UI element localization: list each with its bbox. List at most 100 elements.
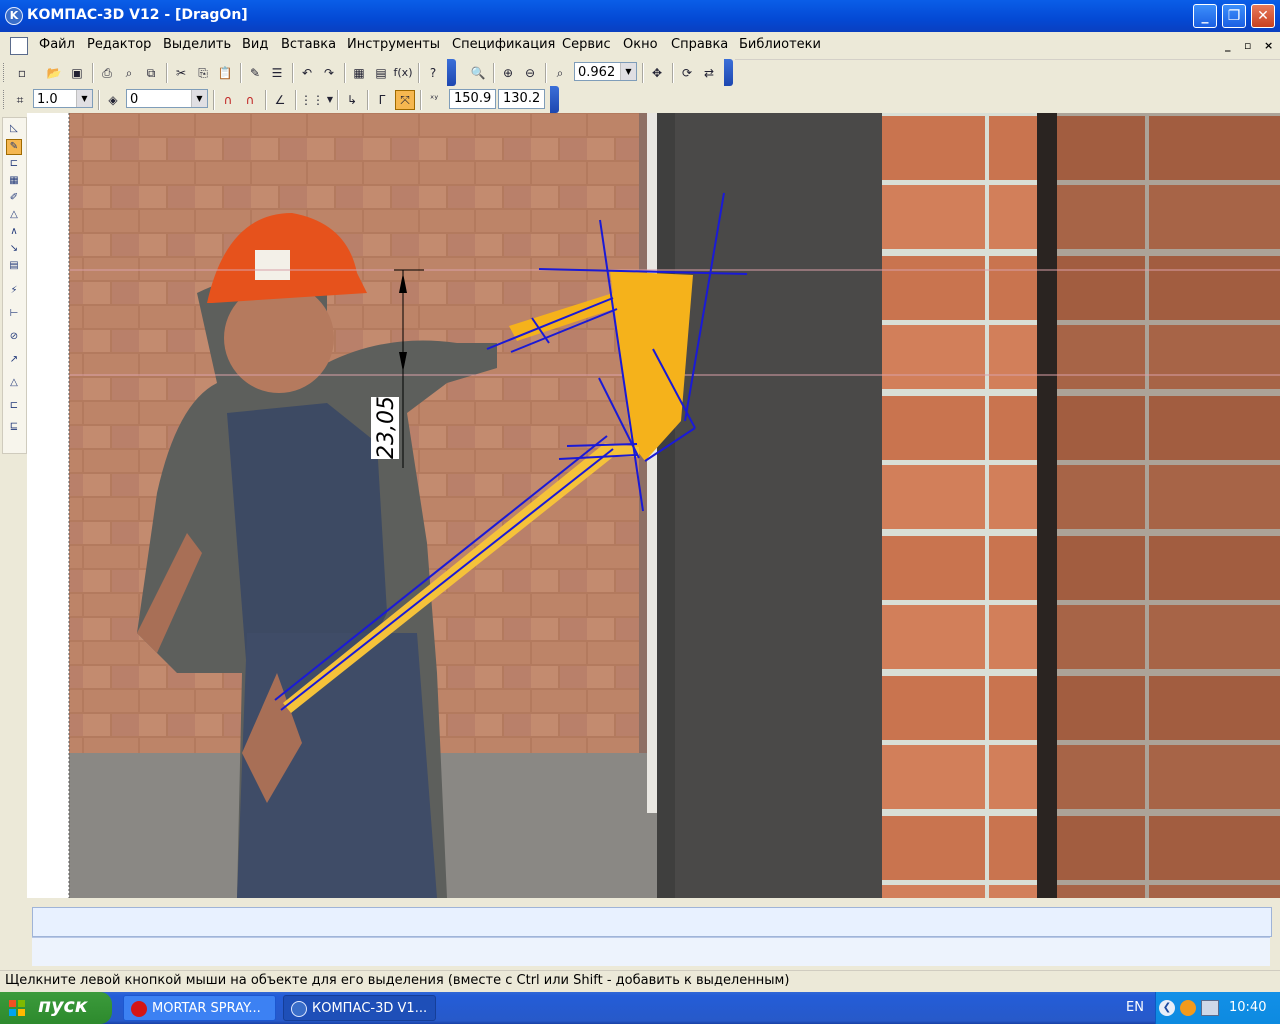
export-icon[interactable]: ⧉ [141, 63, 161, 83]
save-icon[interactable]: ▣ [67, 63, 87, 83]
tray-expand-icon[interactable]: ❮ [1159, 1000, 1175, 1016]
menu-specification[interactable]: Спецификация [452, 37, 555, 52]
status-bar: Щелкните левой кнопкой мыши на объекте д… [0, 970, 1280, 993]
properties-brush-icon[interactable]: ✎ [245, 63, 265, 83]
round-mode-icon[interactable]: ⤧ [395, 90, 415, 110]
menu-tools[interactable]: Инструменты [347, 37, 440, 52]
sub-tool-7-icon[interactable]: ⊑ [6, 419, 22, 435]
chevron-down-icon[interactable]: ▼ [620, 63, 636, 80]
manager-icon[interactable]: ▦ [349, 63, 369, 83]
zoom-combobox[interactable]: 0.962 ▼ [574, 62, 637, 81]
chevron-down-icon[interactable]: ▼ [191, 90, 207, 107]
snap-magnet-icon[interactable]: ∩ [218, 90, 238, 110]
zoom-in-icon[interactable]: ⊕ [498, 63, 518, 83]
refresh-view-icon[interactable]: ⟳ [677, 63, 697, 83]
edit-tool-icon[interactable]: ✎ [6, 139, 22, 155]
cursor-coordinates-icon[interactable]: ˣʸ [424, 90, 444, 110]
sub-tool-1-icon[interactable]: ⚡ [6, 283, 22, 299]
variables-fx-icon[interactable]: f(x) [393, 63, 413, 83]
menu-select[interactable]: Выделить [163, 37, 231, 52]
cursor-x-field[interactable]: 150.9 [449, 89, 496, 109]
menu-file[interactable]: Файл [39, 37, 75, 52]
spec-icon[interactable]: ▤ [6, 258, 22, 274]
menu-window[interactable]: Окно [623, 37, 658, 52]
help-pointer-icon[interactable]: ? [423, 63, 443, 83]
orthogonal-mode-icon[interactable]: Γ [372, 90, 392, 110]
ortho-icon[interactable]: ∠ [270, 90, 290, 110]
menu-editor[interactable]: Редактор [87, 37, 151, 52]
paste-icon[interactable]: 📋 [215, 63, 235, 83]
current-state-toolbar: ⌗ 1.0 ▼ ◈ 0 ▼ ∩ ∩ ∠ ⋮⋮ ▼ ↳ Γ ⤧ ˣʸ 150.9 … [0, 86, 562, 113]
standard-toolbar: ▫ 📂 ▣ ⎙ ⌕ ⧉ ✂ ⎘ 📋 ✎ ☰ ↶ ↷ ▦ ▤ f(x) ? 🔍 ⊕… [0, 59, 735, 86]
sheet-margin [27, 113, 69, 898]
sub-tool-5-icon[interactable]: △ [6, 375, 22, 391]
kompas-app-icon[interactable]: K [5, 7, 23, 25]
list-icon[interactable]: ☰ [267, 63, 287, 83]
zoom-scale-icon[interactable]: ⌕ [550, 63, 570, 83]
zoom-window-icon[interactable]: 🔍 [468, 63, 488, 83]
menu-service[interactable]: Сервис [562, 37, 611, 52]
dimension-text: 23,05 [374, 396, 399, 459]
copy-icon[interactable]: ⎘ [193, 63, 213, 83]
undo-icon[interactable]: ↶ [297, 63, 317, 83]
dimensions-icon[interactable]: ⊏ [6, 156, 22, 172]
cursor-y-field[interactable]: 130.2 [498, 89, 545, 109]
windows-flag-icon [9, 1000, 25, 1016]
cursor-step-icon[interactable]: ⌗ [10, 90, 30, 110]
mdi-close-button[interactable]: × [1264, 39, 1273, 52]
designations-icon[interactable]: ✐ [6, 190, 22, 206]
compact-panel: ◺ ✎ ⊏ ▦ ✐ △ ∧ ↘ ▤ ⚡ ⊢ ⊘ ↗ △ ⊏ ⊑ [0, 113, 27, 898]
layers-icon[interactable]: ◈ [103, 90, 123, 110]
start-button[interactable]: пуск [0, 992, 112, 1024]
menu-help[interactable]: Справка [671, 37, 728, 52]
network-icon[interactable] [1201, 1000, 1219, 1016]
redraw-icon[interactable]: ⇄ [699, 63, 719, 83]
select-tool-icon[interactable]: ↘ [6, 241, 22, 257]
measure-icon[interactable]: ∧ [6, 224, 22, 240]
sub-tool-3-icon[interactable]: ⊘ [6, 329, 22, 345]
drawing-canvas[interactable]: 23,05 [27, 113, 1280, 898]
geometry-icon[interactable]: ◺ [6, 121, 22, 137]
open-folder-icon[interactable]: 📂 [44, 63, 64, 83]
step-combobox[interactable]: 1.0 ▼ [33, 89, 93, 108]
property-panel-field[interactable] [32, 907, 1272, 937]
maximize-button[interactable]: ❐ [1222, 4, 1246, 28]
close-button[interactable]: ✕ [1251, 4, 1275, 28]
taskbar-item-label: КОМПАС-3D V1... [312, 1001, 428, 1016]
mdi-restore-button[interactable]: ▫ [1244, 39, 1251, 52]
layer-value: 0 [130, 92, 139, 107]
mdi-minimize-button[interactable]: _ [1225, 39, 1231, 52]
minimize-button[interactable]: _ [1193, 4, 1217, 28]
print-preview-icon[interactable]: ⌕ [119, 63, 139, 83]
sub-tool-4-icon[interactable]: ↗ [6, 352, 22, 368]
sub-tool-2-icon[interactable]: ⊢ [6, 306, 22, 322]
new-document-icon[interactable]: ▫ [12, 63, 32, 83]
tray-app-icon[interactable] [1180, 1000, 1196, 1016]
cut-icon[interactable]: ✂ [171, 63, 191, 83]
background-photo [69, 113, 1280, 898]
document-icon[interactable] [10, 37, 28, 55]
library-manager-icon[interactable]: ▤ [371, 63, 391, 83]
sub-tool-6-icon[interactable]: ⊏ [6, 398, 22, 414]
taskbar-item-kompas[interactable]: КОМПАС-3D V1... [283, 995, 436, 1021]
language-indicator[interactable]: EN [1126, 1000, 1144, 1015]
redo-icon[interactable]: ↷ [319, 63, 339, 83]
zoom-out-icon[interactable]: ⊖ [520, 63, 540, 83]
taskbar-item-opera[interactable]: MORTAR SPRAY... [123, 995, 276, 1021]
hatch-icon[interactable]: ▦ [6, 173, 22, 189]
print-icon[interactable]: ⎙ [97, 63, 117, 83]
local-cs-icon[interactable]: ↳ [342, 90, 362, 110]
menu-insert[interactable]: Вставка [281, 37, 336, 52]
chevron-down-icon[interactable]: ▼ [76, 90, 92, 107]
opera-icon [131, 1001, 147, 1017]
taskbar: пуск MORTAR SPRAY... КОМПАС-3D V1... EN … [0, 992, 1280, 1024]
parametrization-icon[interactable]: △ [6, 207, 22, 223]
menu-view[interactable]: Вид [242, 37, 268, 52]
drawing-view[interactable]: 23,05 [27, 113, 1280, 898]
layer-combobox[interactable]: 0 ▼ [126, 89, 208, 108]
pan-icon[interactable]: ✥ [647, 63, 667, 83]
menu-libraries[interactable]: Библиотеки [739, 37, 821, 52]
window-title: КОМПАС-3D V12 - [DragOn] [27, 7, 248, 23]
local-snap-icon[interactable]: ∩ [240, 90, 260, 110]
grid-icon[interactable]: ⋮⋮ [300, 90, 324, 110]
